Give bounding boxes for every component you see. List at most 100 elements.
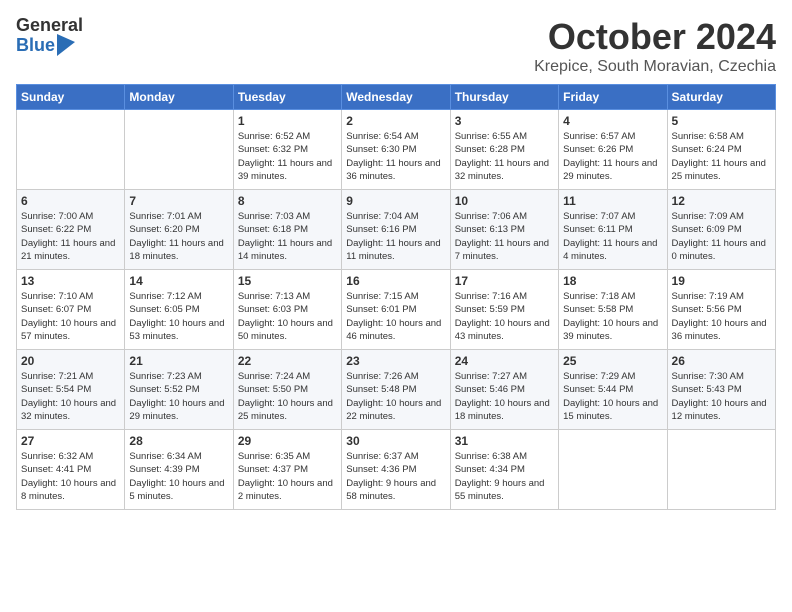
- calendar-day-cell: 18Sunrise: 7:18 AM Sunset: 5:58 PM Dayli…: [559, 270, 667, 350]
- calendar-day-cell: [667, 430, 775, 510]
- day-info: Sunrise: 7:10 AM Sunset: 6:07 PM Dayligh…: [21, 290, 120, 343]
- calendar-week-row: 6Sunrise: 7:00 AM Sunset: 6:22 PM Daylig…: [17, 190, 776, 270]
- calendar-day-cell: 30 Sunrise: 6:37 AM Sunset: 4:36 PM Dayli…: [342, 430, 450, 510]
- day-info: Sunrise: 6:32 AM Sunset: 4:41 PM Dayligh…: [21, 450, 120, 503]
- day-info: Sunrise: 7:00 AM Sunset: 6:22 PM Dayligh…: [21, 210, 120, 263]
- calendar-week-row: 1 Sunrise: 6:52 AM Sunset: 6:32 PM Daylig…: [17, 110, 776, 190]
- day-number: 30: [346, 434, 445, 448]
- day-number: 19: [672, 274, 771, 288]
- day-number: 28: [129, 434, 228, 448]
- calendar-day-cell: 22 Sunrise: 7:24 AM Sunset: 5:50 PM Dayli…: [233, 350, 341, 430]
- weekday-header: Wednesday: [342, 85, 450, 110]
- day-info: Sunrise: 7:26 AM Sunset: 5:48 PM Dayligh…: [346, 370, 445, 423]
- day-info: Sunrise: 7:16 AM Sunset: 5:59 PM Dayligh…: [455, 290, 554, 343]
- day-number: 7: [129, 194, 228, 208]
- day-number: 21: [129, 354, 228, 368]
- calendar-day-cell: 20 Sunrise: 7:21 AM Sunset: 5:54 PM Dayli…: [17, 350, 125, 430]
- calendar-day-cell: [17, 110, 125, 190]
- calendar-day-cell: 17 Sunrise: 7:16 AM Sunset: 5:59 PM Dayli…: [450, 270, 558, 350]
- day-number: 15: [238, 274, 337, 288]
- day-info: Sunrise: 6:34 AM Sunset: 4:39 PM Dayligh…: [129, 450, 228, 503]
- weekday-header: Tuesday: [233, 85, 341, 110]
- calendar-day-cell: 21 Sunrise: 7:23 AM Sunset: 5:52 PM Dayli…: [125, 350, 233, 430]
- page-header: General Blue October 2024 Krepice, South…: [16, 16, 776, 76]
- day-info: Sunrise: 6:58 AM Sunset: 6:24 PM Dayligh…: [672, 130, 771, 183]
- day-info: Sunrise: 7:27 AM Sunset: 5:46 PM Dayligh…: [455, 370, 554, 423]
- calendar-day-cell: 25 Sunrise: 7:29 AM Sunset: 5:44 PM Dayli…: [559, 350, 667, 430]
- day-info: Sunrise: 6:57 AM Sunset: 6:26 PM Dayligh…: [563, 130, 662, 183]
- calendar-header: SundayMondayTuesdayWednesdayThursdayFrid…: [17, 85, 776, 110]
- calendar-day-cell: 6Sunrise: 7:00 AM Sunset: 6:22 PM Daylig…: [17, 190, 125, 270]
- calendar-table: SundayMondayTuesdayWednesdayThursdayFrid…: [16, 84, 776, 510]
- day-info: Sunrise: 7:15 AM Sunset: 6:01 PM Dayligh…: [346, 290, 445, 343]
- day-info: Sunrise: 6:38 AM Sunset: 4:34 PM Dayligh…: [455, 450, 554, 503]
- weekday-header: Sunday: [17, 85, 125, 110]
- day-info: Sunrise: 7:12 AM Sunset: 6:05 PM Dayligh…: [129, 290, 228, 343]
- calendar-day-cell: 31 Sunrise: 6:38 AM Sunset: 4:34 PM Dayli…: [450, 430, 558, 510]
- calendar-day-cell: 2 Sunrise: 6:54 AM Sunset: 6:30 PM Daylig…: [342, 110, 450, 190]
- day-info: Sunrise: 7:24 AM Sunset: 5:50 PM Dayligh…: [238, 370, 337, 423]
- day-info: Sunrise: 6:55 AM Sunset: 6:28 PM Dayligh…: [455, 130, 554, 183]
- day-info: Sunrise: 7:07 AM Sunset: 6:11 PM Dayligh…: [563, 210, 662, 263]
- day-number: 25: [563, 354, 662, 368]
- location-subtitle: Krepice, South Moravian, Czechia: [534, 58, 776, 76]
- day-info: Sunrise: 7:19 AM Sunset: 5:56 PM Dayligh…: [672, 290, 771, 343]
- day-number: 10: [455, 194, 554, 208]
- day-info: Sunrise: 7:13 AM Sunset: 6:03 PM Dayligh…: [238, 290, 337, 343]
- calendar-day-cell: [125, 110, 233, 190]
- day-number: 17: [455, 274, 554, 288]
- day-number: 20: [21, 354, 120, 368]
- day-number: 11: [563, 194, 662, 208]
- weekday-header: Friday: [559, 85, 667, 110]
- day-info: Sunrise: 7:06 AM Sunset: 6:13 PM Dayligh…: [455, 210, 554, 263]
- calendar-day-cell: 28 Sunrise: 6:34 AM Sunset: 4:39 PM Dayli…: [125, 430, 233, 510]
- day-number: 22: [238, 354, 337, 368]
- calendar-day-cell: 4 Sunrise: 6:57 AM Sunset: 6:26 PM Daylig…: [559, 110, 667, 190]
- calendar-day-cell: 5 Sunrise: 6:58 AM Sunset: 6:24 PM Daylig…: [667, 110, 775, 190]
- day-info: Sunrise: 7:23 AM Sunset: 5:52 PM Dayligh…: [129, 370, 228, 423]
- calendar-day-cell: 23 Sunrise: 7:26 AM Sunset: 5:48 PM Dayli…: [342, 350, 450, 430]
- day-number: 27: [21, 434, 120, 448]
- day-number: 14: [129, 274, 228, 288]
- day-number: 26: [672, 354, 771, 368]
- logo-icon: [57, 34, 75, 56]
- day-number: 1: [238, 114, 337, 128]
- calendar-day-cell: 7 Sunrise: 7:01 AM Sunset: 6:20 PM Daylig…: [125, 190, 233, 270]
- day-number: 18: [563, 274, 662, 288]
- day-number: 13: [21, 274, 120, 288]
- day-number: 16: [346, 274, 445, 288]
- day-info: Sunrise: 7:30 AM Sunset: 5:43 PM Dayligh…: [672, 370, 771, 423]
- calendar-day-cell: 12Sunrise: 7:09 AM Sunset: 6:09 PM Dayli…: [667, 190, 775, 270]
- month-title: October 2024: [534, 16, 776, 58]
- day-info: Sunrise: 6:37 AM Sunset: 4:36 PM Dayligh…: [346, 450, 445, 503]
- day-info: Sunrise: 7:21 AM Sunset: 5:54 PM Dayligh…: [21, 370, 120, 423]
- day-info: Sunrise: 6:35 AM Sunset: 4:37 PM Dayligh…: [238, 450, 337, 503]
- calendar-day-cell: 19 Sunrise: 7:19 AM Sunset: 5:56 PM Dayli…: [667, 270, 775, 350]
- calendar-day-cell: 3Sunrise: 6:55 AM Sunset: 6:28 PM Daylig…: [450, 110, 558, 190]
- title-block: October 2024 Krepice, South Moravian, Cz…: [534, 16, 776, 76]
- calendar-day-cell: 9Sunrise: 7:04 AM Sunset: 6:16 PM Daylig…: [342, 190, 450, 270]
- day-number: 2: [346, 114, 445, 128]
- calendar-day-cell: 24 Sunrise: 7:27 AM Sunset: 5:46 PM Dayli…: [450, 350, 558, 430]
- day-number: 23: [346, 354, 445, 368]
- day-number: 4: [563, 114, 662, 128]
- day-info: Sunrise: 7:04 AM Sunset: 6:16 PM Dayligh…: [346, 210, 445, 263]
- calendar-day-cell: 16 Sunrise: 7:15 AM Sunset: 6:01 PM Dayli…: [342, 270, 450, 350]
- day-number: 24: [455, 354, 554, 368]
- calendar-day-cell: 13 Sunrise: 7:10 AM Sunset: 6:07 PM Dayli…: [17, 270, 125, 350]
- calendar-week-row: 13 Sunrise: 7:10 AM Sunset: 6:07 PM Dayli…: [17, 270, 776, 350]
- calendar-day-cell: 14 Sunrise: 7:12 AM Sunset: 6:05 PM Dayli…: [125, 270, 233, 350]
- calendar-day-cell: 26 Sunrise: 7:30 AM Sunset: 5:43 PM Dayli…: [667, 350, 775, 430]
- logo: General Blue: [16, 16, 83, 56]
- logo-blue-text: Blue: [16, 36, 55, 56]
- day-info: Sunrise: 7:29 AM Sunset: 5:44 PM Dayligh…: [563, 370, 662, 423]
- day-info: Sunrise: 6:52 AM Sunset: 6:32 PM Dayligh…: [238, 130, 337, 183]
- day-number: 8: [238, 194, 337, 208]
- weekday-header: Saturday: [667, 85, 775, 110]
- day-number: 31: [455, 434, 554, 448]
- day-info: Sunrise: 6:54 AM Sunset: 6:30 PM Dayligh…: [346, 130, 445, 183]
- calendar-day-cell: 1 Sunrise: 6:52 AM Sunset: 6:32 PM Daylig…: [233, 110, 341, 190]
- day-info: Sunrise: 7:01 AM Sunset: 6:20 PM Dayligh…: [129, 210, 228, 263]
- weekday-header: Monday: [125, 85, 233, 110]
- day-number: 5: [672, 114, 771, 128]
